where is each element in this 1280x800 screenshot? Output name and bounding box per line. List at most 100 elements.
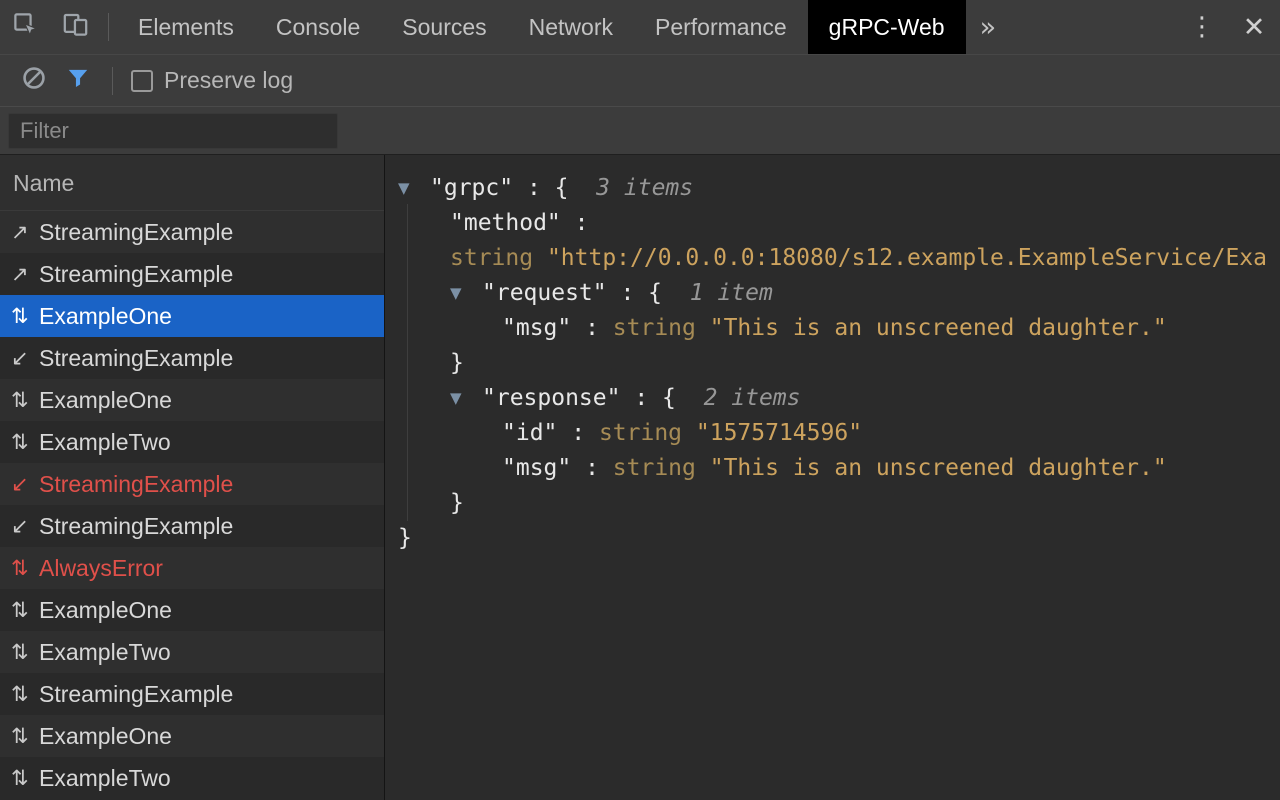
json-tree-line: "method" : bbox=[398, 206, 1280, 241]
json-token-type: string bbox=[613, 455, 710, 481]
updown-arrow-icon: ⇅ bbox=[11, 388, 39, 412]
json-token-key: "grpc" bbox=[430, 175, 513, 201]
list-item[interactable]: ⇅ExampleTwo bbox=[0, 421, 384, 463]
list-item-label: ExampleTwo bbox=[39, 429, 171, 456]
list-item[interactable]: ⇅StreamingExample bbox=[0, 673, 384, 715]
list-item[interactable]: ⇅ExampleTwo bbox=[0, 631, 384, 673]
json-tree-line: ▼"response" : { 2 items bbox=[398, 381, 1280, 416]
tab-sources[interactable]: Sources bbox=[381, 0, 507, 54]
list-item-label: ExampleOne bbox=[39, 597, 172, 624]
collapse-arrow-icon[interactable]: ▼ bbox=[450, 381, 482, 416]
list-item-label: ExampleTwo bbox=[39, 639, 171, 666]
updown-arrow-icon: ⇅ bbox=[11, 724, 39, 748]
inspect-cursor-icon bbox=[12, 11, 39, 43]
json-tree-line: } bbox=[398, 486, 1280, 521]
json-token-meta: 1 item bbox=[662, 280, 773, 306]
json-token-plain: } bbox=[450, 350, 464, 376]
device-toolbar-button[interactable] bbox=[50, 0, 100, 54]
toolbar-divider bbox=[108, 13, 109, 41]
json-token-key: "method" bbox=[450, 210, 561, 236]
json-token-plain: } bbox=[398, 525, 412, 551]
list-item[interactable]: ⇅ExampleOne bbox=[0, 589, 384, 631]
json-token-plain: : bbox=[571, 315, 613, 341]
devtools-tabbar: ElementsConsoleSourcesNetworkPerformance… bbox=[0, 0, 1280, 55]
name-column-header: Name bbox=[0, 155, 384, 211]
list-item-label: StreamingExample bbox=[39, 219, 233, 246]
list-item-label: ExampleOne bbox=[39, 723, 172, 750]
list-item[interactable]: ⇅AlwaysError bbox=[0, 547, 384, 589]
json-token-key: "request" bbox=[482, 280, 607, 306]
json-tree-line: } bbox=[398, 346, 1280, 381]
devtools-tabs: ElementsConsoleSourcesNetworkPerformance… bbox=[117, 0, 966, 54]
clear-log-button[interactable] bbox=[12, 65, 56, 96]
updown-arrow-icon: ⇅ bbox=[11, 598, 39, 622]
json-tree-line: "msg" : string "This is an unscreened da… bbox=[398, 451, 1280, 486]
more-tabs-button[interactable]: » bbox=[966, 0, 1011, 54]
list-item-label: ExampleOne bbox=[39, 303, 172, 330]
updown-arrow-icon: ⇅ bbox=[11, 766, 39, 790]
up-arrow-icon: ↗ bbox=[11, 220, 39, 244]
json-tree-line: } bbox=[398, 521, 1280, 556]
indent-guide bbox=[407, 204, 408, 521]
updown-arrow-icon: ⇅ bbox=[11, 304, 39, 328]
json-token-key: "response" bbox=[482, 385, 620, 411]
json-token-key: "msg" bbox=[502, 455, 571, 481]
json-token-str: "1575714596" bbox=[696, 420, 862, 446]
updown-arrow-icon: ⇅ bbox=[11, 640, 39, 664]
preserve-log-toggle: Preserve log bbox=[131, 67, 293, 94]
json-token-plain: : bbox=[557, 420, 599, 446]
block-circle-icon bbox=[21, 65, 47, 96]
device-toolbar-icon bbox=[62, 11, 89, 43]
json-token-plain: } bbox=[450, 490, 464, 516]
json-token-str: "http://0.0.0.0:18080/s12.example.Exampl… bbox=[547, 245, 1267, 271]
updown-arrow-icon: ⇅ bbox=[11, 682, 39, 706]
list-item[interactable]: ⇅ExampleTwo bbox=[0, 757, 384, 799]
json-token-plain: : bbox=[571, 455, 613, 481]
json-tree-line: "id" : string "1575714596" bbox=[398, 416, 1280, 451]
list-item[interactable]: ⇅ExampleOne bbox=[0, 379, 384, 421]
up-arrow-icon: ↗ bbox=[11, 262, 39, 286]
json-token-str: "This is an unscreened daughter." bbox=[710, 455, 1167, 481]
tab-grpc-web[interactable]: gRPC-Web bbox=[808, 0, 966, 54]
tab-network[interactable]: Network bbox=[508, 0, 634, 54]
list-item-label: StreamingExample bbox=[39, 261, 233, 288]
down-arrow-icon: ↙ bbox=[11, 346, 39, 370]
list-item[interactable]: ⇅ExampleOne bbox=[0, 715, 384, 757]
kebab-menu-button[interactable]: ⋮ bbox=[1176, 0, 1228, 54]
inspect-element-button[interactable] bbox=[0, 0, 50, 54]
list-item-label: ExampleTwo bbox=[39, 765, 171, 792]
preserve-log-checkbox[interactable] bbox=[131, 70, 153, 92]
updown-arrow-icon: ⇅ bbox=[11, 430, 39, 454]
down-arrow-icon: ↙ bbox=[11, 514, 39, 538]
list-item-label: StreamingExample bbox=[39, 471, 233, 498]
collapse-arrow-icon[interactable]: ▼ bbox=[398, 171, 430, 206]
request-rows: ↗StreamingExample↗StreamingExample⇅Examp… bbox=[0, 211, 384, 799]
json-token-type: string bbox=[450, 245, 547, 271]
list-item[interactable]: ↗StreamingExample bbox=[0, 253, 384, 295]
json-token-meta: 3 items bbox=[568, 175, 693, 201]
json-token-plain: : { bbox=[607, 280, 662, 306]
collapse-arrow-icon[interactable]: ▼ bbox=[450, 276, 482, 311]
json-tree-line: string "http://0.0.0.0:18080/s12.example… bbox=[398, 241, 1280, 276]
network-toolbar: Preserve log bbox=[0, 55, 1280, 107]
json-tree-line: ▼"grpc" : { 3 items bbox=[398, 171, 1280, 206]
detail-panel: ▼"grpc" : { 3 items"method" :string "htt… bbox=[385, 155, 1280, 800]
json-tree-lines: ▼"grpc" : { 3 items"method" :string "htt… bbox=[398, 171, 1280, 556]
tab-elements[interactable]: Elements bbox=[117, 0, 255, 54]
json-token-plain: : bbox=[561, 210, 589, 236]
filter-toggle-button[interactable] bbox=[56, 65, 100, 96]
close-devtools-button[interactable]: ✕ bbox=[1228, 0, 1280, 54]
list-item[interactable]: ↗StreamingExample bbox=[0, 211, 384, 253]
json-token-key: "id" bbox=[502, 420, 557, 446]
list-item[interactable]: ⇅ExampleOne bbox=[0, 295, 384, 337]
json-tree-line: ▼"request" : { 1 item bbox=[398, 276, 1280, 311]
toolbar-divider bbox=[112, 67, 113, 95]
list-item[interactable]: ↙StreamingExample bbox=[0, 337, 384, 379]
tab-performance[interactable]: Performance bbox=[634, 0, 808, 54]
list-item[interactable]: ↙StreamingExample bbox=[0, 463, 384, 505]
json-token-type: string bbox=[613, 315, 710, 341]
list-item[interactable]: ↙StreamingExample bbox=[0, 505, 384, 547]
list-item-label: StreamingExample bbox=[39, 345, 233, 372]
filter-input[interactable] bbox=[8, 113, 338, 149]
tab-console[interactable]: Console bbox=[255, 0, 381, 54]
